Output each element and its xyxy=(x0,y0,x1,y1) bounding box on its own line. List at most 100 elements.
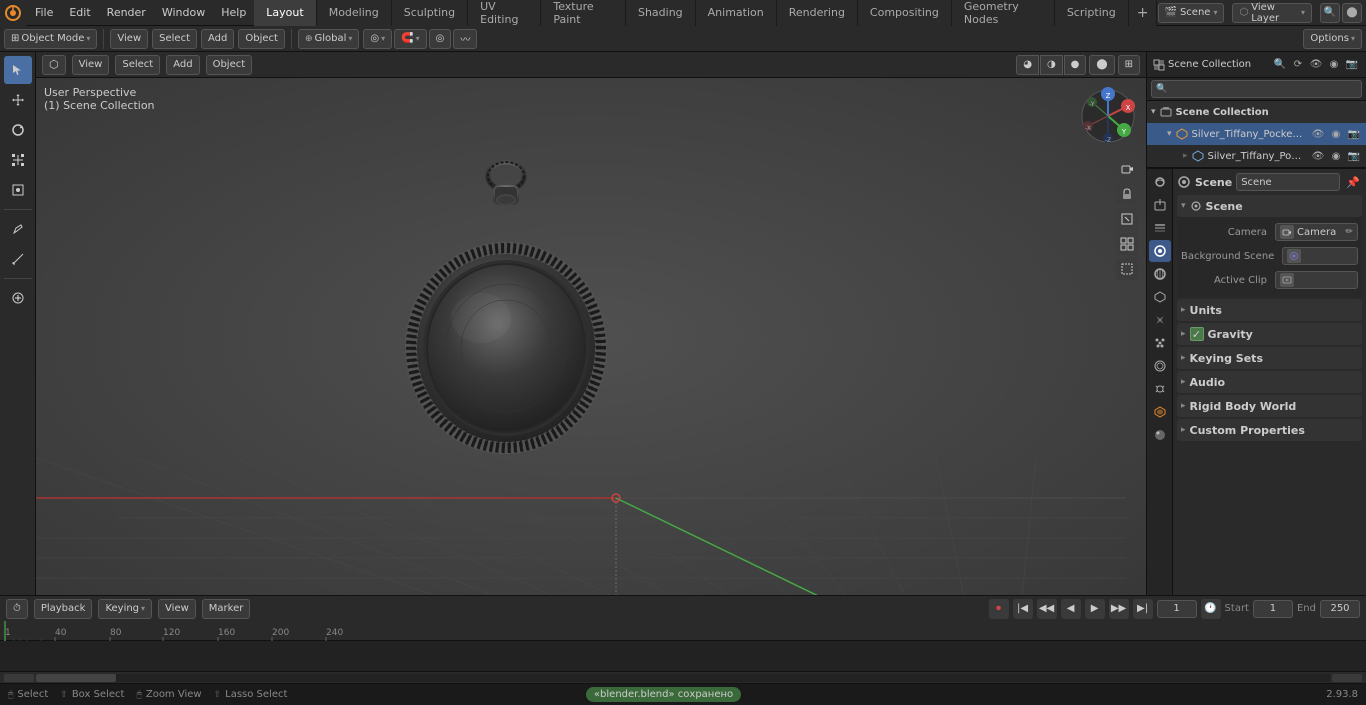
keying-menu[interactable]: Keying ▾ xyxy=(98,599,152,619)
tab-uv-editing[interactable]: UV Editing xyxy=(468,0,541,26)
menu-edit[interactable]: Edit xyxy=(61,0,98,26)
nav-widget[interactable]: X Y Z -X -Y -Z xyxy=(1078,86,1138,146)
scene-section-header[interactable]: ▾ Scene xyxy=(1177,195,1362,217)
end-frame-input[interactable]: 250 xyxy=(1320,600,1360,618)
record-btn[interactable]: ⏺ xyxy=(989,599,1009,619)
tab-rendering[interactable]: Rendering xyxy=(777,0,858,26)
menu-render[interactable]: Render xyxy=(99,0,154,26)
bg-scene-field[interactable] xyxy=(1282,247,1358,265)
prop-tab-viewlayer[interactable] xyxy=(1149,217,1171,239)
menu-file[interactable]: File xyxy=(27,0,61,26)
snap-btn[interactable]: 🧲 ▾ xyxy=(394,29,426,49)
custom-props-header[interactable]: ▸ Custom Properties xyxy=(1177,419,1362,441)
vp-object-menu[interactable]: Object xyxy=(206,55,253,75)
vp-add-menu[interactable]: Add xyxy=(166,55,199,75)
frame-rate-btn[interactable]: 🕐 xyxy=(1201,599,1221,619)
timeline-area[interactable]: 1 40 80 120 160 200 240 xyxy=(0,621,1366,671)
tab-sculpting[interactable]: Sculpting xyxy=(392,0,468,26)
options-btn[interactable]: Options ▾ xyxy=(1303,29,1362,49)
prop-tab-object[interactable] xyxy=(1149,286,1171,308)
tab-texture-paint[interactable]: Texture Paint xyxy=(541,0,626,26)
item-render-1[interactable]: 📷 xyxy=(1346,148,1362,164)
search-btn[interactable]: 🔍 xyxy=(1320,3,1340,23)
active-clip-field[interactable] xyxy=(1275,271,1358,289)
playback-menu[interactable]: Playback xyxy=(34,599,93,619)
camera-field[interactable]: Camera ✏ xyxy=(1275,223,1358,241)
material-preview[interactable]: ◑ xyxy=(1040,55,1063,75)
reverse-play-btn[interactable]: ◀ xyxy=(1061,599,1081,619)
audio-section-header[interactable]: ▸ Audio xyxy=(1177,371,1362,393)
current-frame-display[interactable]: 1 xyxy=(1157,600,1197,618)
rendered-preview[interactable]: ● xyxy=(1064,55,1087,75)
prop-tab-modifier[interactable] xyxy=(1149,309,1171,331)
add-menu[interactable]: Add xyxy=(201,29,234,49)
prop-tab-object-data[interactable] xyxy=(1149,401,1171,423)
item-select-1[interactable]: ◉ xyxy=(1328,148,1344,164)
item-select-0[interactable]: ◉ xyxy=(1328,126,1344,142)
viewport-canvas[interactable]: User Perspective (1) Scene Collection X … xyxy=(36,78,1146,595)
jump-forward-btn[interactable]: ▶▶ xyxy=(1109,599,1129,619)
scene-collection-row[interactable]: ▾ Scene Collection xyxy=(1147,101,1366,123)
prop-tab-constraints[interactable] xyxy=(1149,378,1171,400)
tab-modeling[interactable]: Modeling xyxy=(317,0,392,26)
prop-tab-particles[interactable] xyxy=(1149,332,1171,354)
prop-tab-output[interactable] xyxy=(1149,194,1171,216)
jump-back-btn[interactable]: ◀◀ xyxy=(1037,599,1057,619)
scrollbar-thumb[interactable] xyxy=(36,674,116,682)
rigid-body-header[interactable]: ▸ Rigid Body World xyxy=(1177,395,1362,417)
outliner-item-0[interactable]: ▾ Silver_Tiffany_Pocket_Watch... 👁 ◉ 📷 xyxy=(1147,123,1366,145)
prop-tab-world[interactable] xyxy=(1149,263,1171,285)
vp-select-menu[interactable]: Select xyxy=(115,55,160,75)
tab-add[interactable]: + xyxy=(1129,0,1158,26)
scene-name-field[interactable]: Scene xyxy=(1236,173,1340,191)
prop-tab-render[interactable] xyxy=(1149,171,1171,193)
tab-geometry-nodes[interactable]: Geometry Nodes xyxy=(952,0,1055,26)
scene-selector[interactable]: 🎬 Scene ▾ xyxy=(1158,3,1225,23)
outliner-sync-btn[interactable]: ⟳ xyxy=(1290,57,1306,73)
keying-sets-header[interactable]: ▸ Keying Sets xyxy=(1177,347,1362,369)
prop-tab-physics[interactable] xyxy=(1149,355,1171,377)
start-frame-input[interactable]: 1 xyxy=(1253,600,1293,618)
outliner-eye-icon[interactable]: 👁 xyxy=(1308,57,1324,73)
solid-shading[interactable]: ◕ xyxy=(1016,55,1039,75)
tab-compositing[interactable]: Compositing xyxy=(858,0,952,26)
scrollbar-thumb-right[interactable] xyxy=(1332,674,1362,682)
view-all-btn[interactable] xyxy=(1116,208,1138,230)
editor-type-btn[interactable]: ⊞ Object Mode ▾ xyxy=(4,29,97,49)
tab-shading[interactable]: Shading xyxy=(626,0,696,26)
proportional-btn[interactable]: ◎ xyxy=(429,29,452,49)
vp-view-menu[interactable]: View xyxy=(72,55,110,75)
render-region-btn[interactable] xyxy=(1116,258,1138,280)
vp-editor-type[interactable]: ⬡ xyxy=(42,55,66,75)
view-layer-selector[interactable]: ⬡ View Layer ▾ xyxy=(1232,3,1312,23)
outliner-select-icon[interactable]: ◉ xyxy=(1326,57,1342,73)
prop-pin-btn[interactable]: 📌 xyxy=(1344,173,1362,191)
tool-annotate[interactable] xyxy=(4,215,32,243)
scrollbar-track[interactable] xyxy=(36,674,1330,682)
item-render-0[interactable]: 📷 xyxy=(1346,126,1362,142)
view-menu[interactable]: View xyxy=(110,29,148,49)
scrollbar-thumb-left[interactable] xyxy=(4,674,34,682)
outliner-render-icon[interactable]: 📷 xyxy=(1344,57,1360,73)
vp-gizmos[interactable]: ⊞ xyxy=(1118,55,1140,75)
timeline-view-menu[interactable]: View xyxy=(158,599,196,619)
tab-layout[interactable]: Layout xyxy=(254,0,316,26)
render-btn[interactable]: ⬤ xyxy=(1342,3,1362,23)
object-menu[interactable]: Object xyxy=(238,29,285,49)
tool-measure[interactable] xyxy=(4,245,32,273)
tool-rotate[interactable] xyxy=(4,116,32,144)
jump-end-btn[interactable]: ▶| xyxy=(1133,599,1153,619)
play-btn[interactable]: ▶ xyxy=(1085,599,1105,619)
gravity-section-header[interactable]: ▸ ✓ Gravity xyxy=(1177,323,1362,345)
tool-add-object[interactable] xyxy=(4,284,32,312)
menu-window[interactable]: Window xyxy=(154,0,213,26)
marker-menu[interactable]: Marker xyxy=(202,599,251,619)
units-section-header[interactable]: ▸ Units xyxy=(1177,299,1362,321)
blender-logo[interactable] xyxy=(0,0,27,26)
outliner-item-1[interactable]: ▸ Silver_Tiffany_Pocket_Wi... 👁 ◉ 📷 xyxy=(1147,145,1366,167)
tool-scale[interactable] xyxy=(4,146,32,174)
timeline-editor-type[interactable]: ⏱ xyxy=(6,599,28,619)
tool-cursor[interactable] xyxy=(4,56,32,84)
item-eye-0[interactable]: 👁 xyxy=(1310,126,1326,142)
pivot-btn[interactable]: ◎ ▾ xyxy=(363,29,392,49)
